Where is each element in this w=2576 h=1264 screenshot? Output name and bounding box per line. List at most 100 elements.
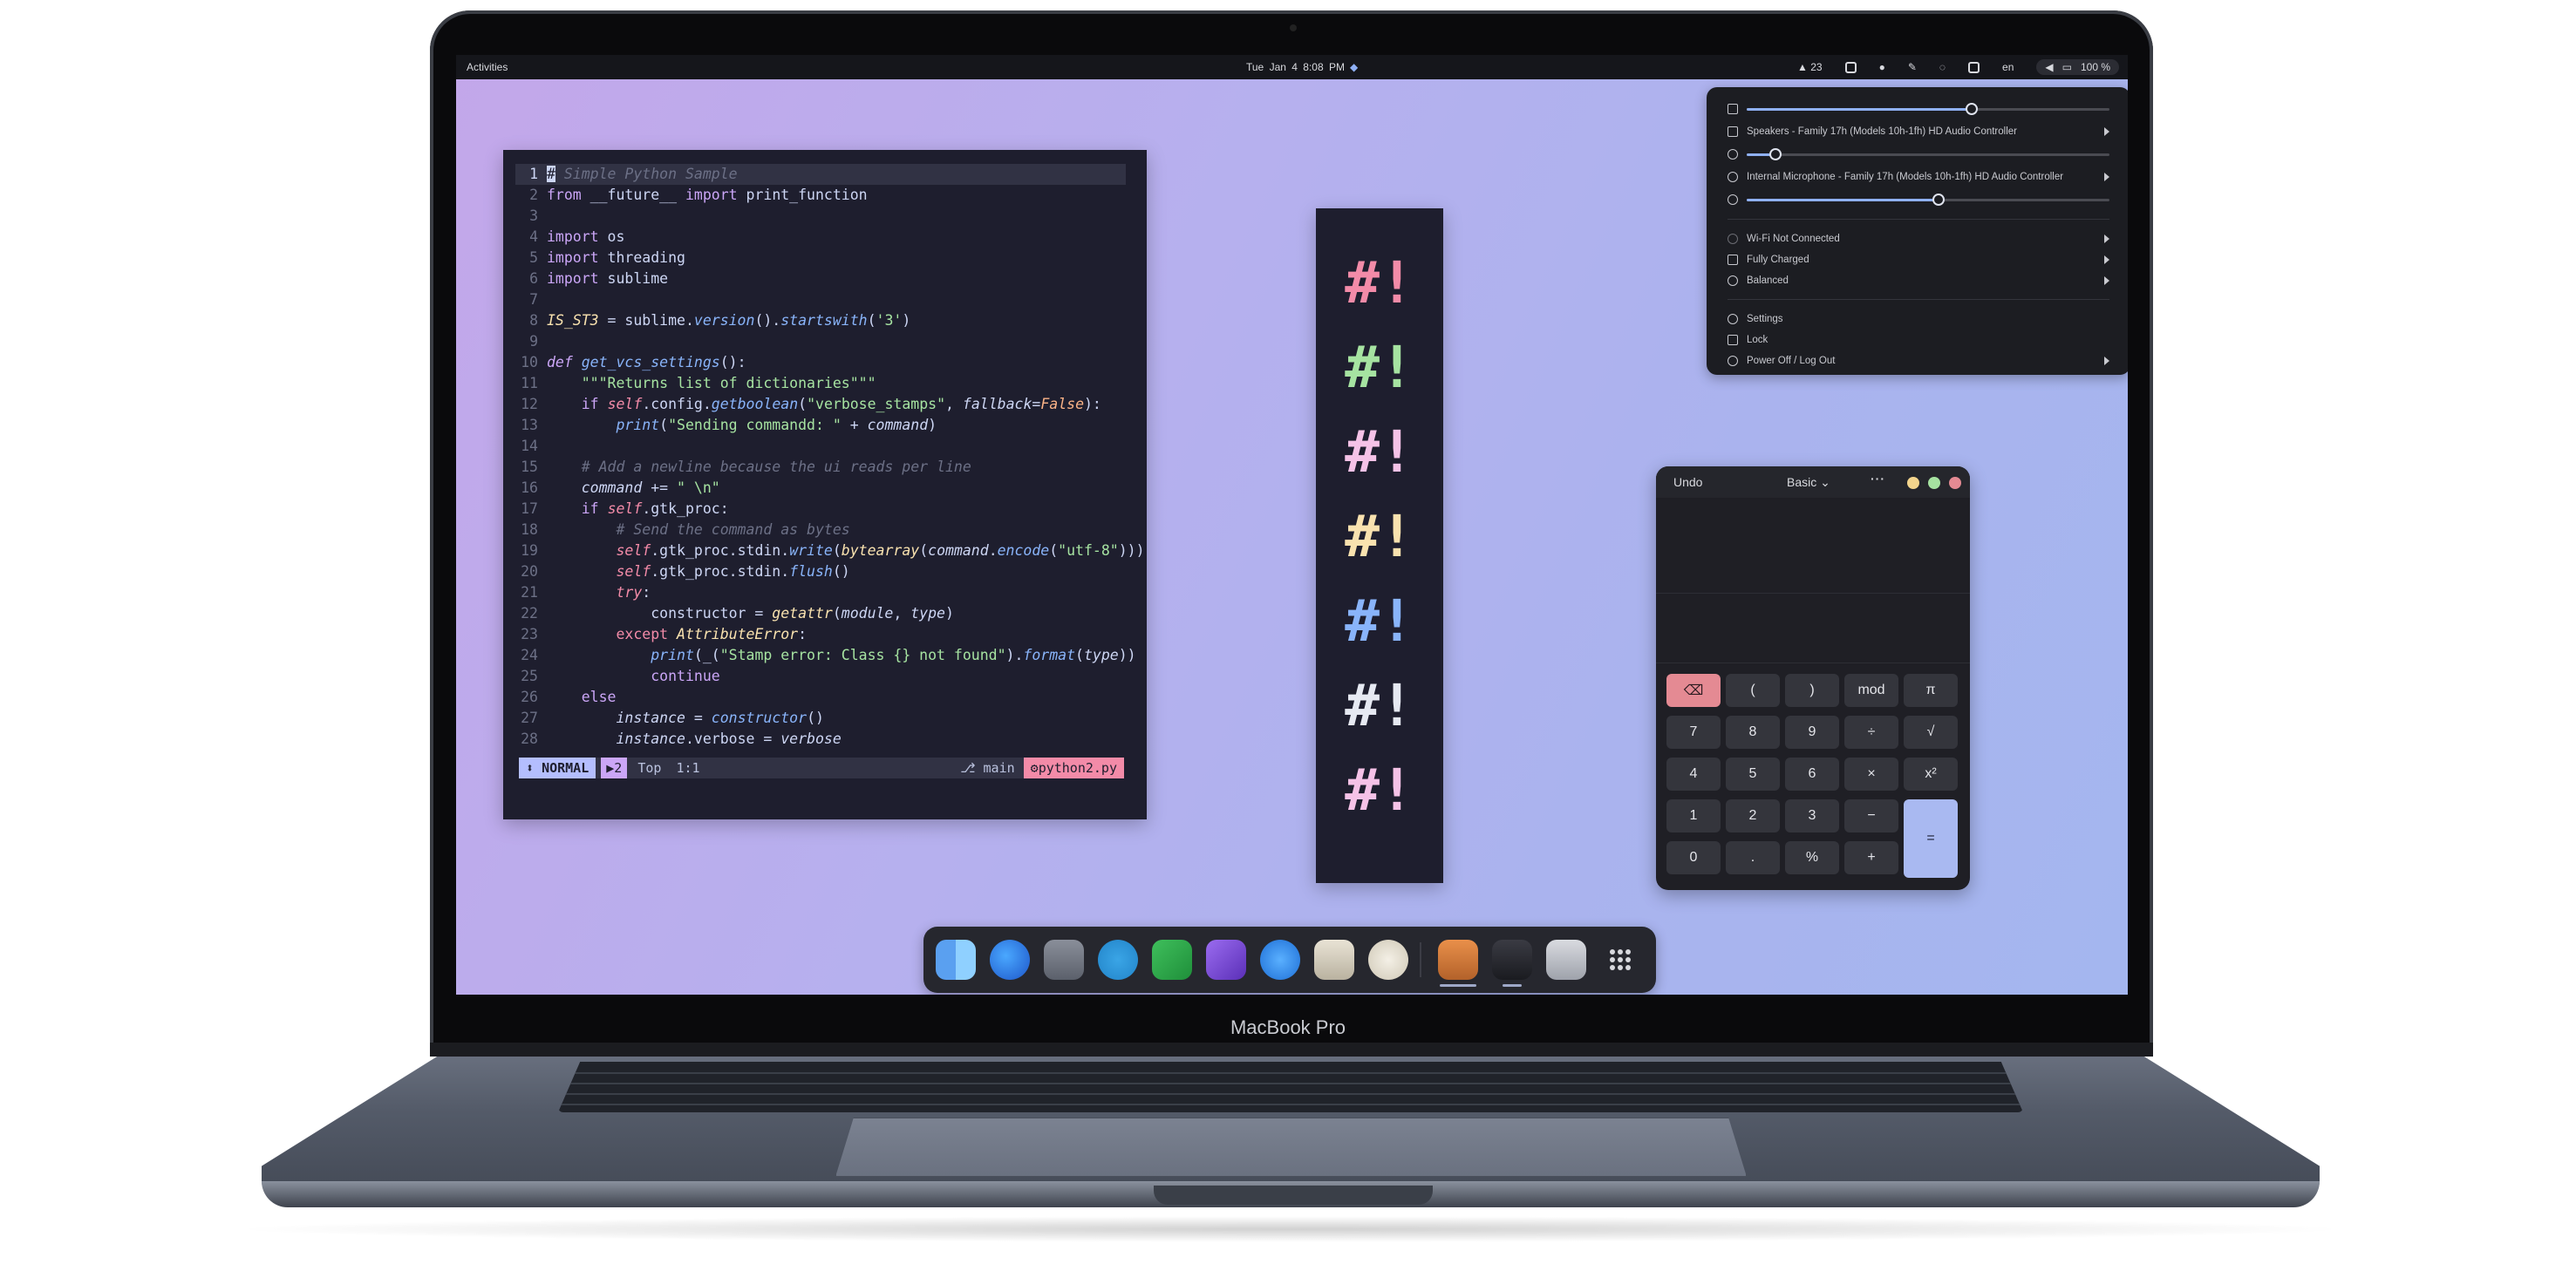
code-line[interactable]: 17 if self.gtk_proc: [515, 499, 1126, 520]
calculator-key[interactable]: ÷ [1844, 716, 1898, 749]
code-line[interactable]: 27 instance = constructor() [515, 708, 1126, 729]
calculator-window[interactable]: Undo Basic ⌄ ··· ⌫() mod π 7 8 9 ÷ √ 4 5 6 × x² 1 2 3− =… [1656, 466, 1970, 890]
code-line[interactable]: 15 # Add a newline because the ui reads … [515, 457, 1126, 478]
code-line[interactable]: 13 print("Sending commandd: " + command) [515, 415, 1126, 436]
calculator-key[interactable]: 7 [1666, 716, 1721, 749]
code-line[interactable]: 1 # Simple Python Sample [515, 164, 1126, 185]
calculator-key[interactable]: √ [1904, 716, 1958, 749]
calculator-key[interactable]: ( [1726, 674, 1780, 707]
telegram-icon[interactable] [1098, 940, 1138, 980]
code-line[interactable]: 5 import threading [515, 248, 1126, 268]
calculator-key[interactable]: x² [1904, 758, 1958, 791]
pen-icon[interactable]: ✎ [1908, 61, 1917, 73]
code-line[interactable]: 22 constructor = getattr(module, type) [515, 603, 1126, 624]
calculator-icon[interactable] [1438, 940, 1478, 980]
code-line[interactable]: 25 continue [515, 666, 1126, 687]
keyboard-layout[interactable]: en [2002, 61, 2014, 73]
code-line[interactable]: 28 instance.verbose = verbose [515, 729, 1126, 750]
mode-selector[interactable]: Basic ⌄ [1787, 475, 1830, 490]
maximize-button[interactable] [1928, 477, 1940, 489]
calculator-key[interactable]: % [1785, 841, 1839, 874]
calculator-key[interactable]: − [1844, 799, 1898, 832]
app-grid-icon[interactable] [1600, 940, 1640, 980]
refresh-icon[interactable]: ◌ [1939, 61, 1946, 73]
drop-icon[interactable]: ● [1879, 61, 1885, 73]
code-line[interactable]: 14 [515, 436, 1126, 457]
code-line[interactable]: 6 import sublime [515, 268, 1126, 289]
safari-icon[interactable] [1260, 940, 1300, 980]
sync-icon[interactable] [1844, 61, 1857, 73]
brightness-row[interactable] [1728, 191, 2109, 208]
calculator-key[interactable]: × [1844, 758, 1898, 791]
calculator-key[interactable]: 8 [1726, 716, 1780, 749]
volume-slider[interactable] [1747, 102, 2109, 115]
scanner-icon[interactable] [1044, 940, 1084, 980]
display-icon[interactable] [1968, 61, 1980, 73]
code-line[interactable]: 20 self.gtk_proc.stdin.flush() [515, 561, 1126, 582]
calculator-key[interactable]: 6 [1785, 758, 1839, 791]
calculator-key[interactable]: . [1726, 841, 1780, 874]
calculator-key[interactable]: 5 [1726, 758, 1780, 791]
code-line[interactable]: 16 command += " \n" [515, 478, 1126, 499]
clock[interactable]: Tue Jan 4 8:08 PM ◆ [1246, 61, 1358, 73]
settings-row[interactable]: Settings [1728, 310, 2109, 328]
calculator-key[interactable]: 0 [1666, 841, 1721, 874]
battery-row[interactable]: Fully Charged [1728, 251, 2109, 268]
terminal-icon[interactable] [1492, 940, 1532, 980]
code-line[interactable]: 11 """Returns list of dictionaries""" [515, 373, 1126, 394]
calculator-key[interactable]: 4 [1666, 758, 1721, 791]
calculator-key[interactable]: π [1904, 674, 1958, 707]
calculator-key[interactable]: ) [1785, 674, 1839, 707]
brightness-knob[interactable] [1932, 193, 1946, 206]
egg-icon[interactable] [1368, 940, 1408, 980]
trash-icon[interactable] [1546, 940, 1586, 980]
code-line[interactable]: 19 self.gtk_proc.stdin.write(bytearray(c… [515, 540, 1144, 561]
close-button[interactable] [1949, 477, 1961, 489]
volume-knob[interactable] [1965, 102, 1978, 115]
code-line[interactable]: 2 from __future__ import print_function [515, 185, 1126, 206]
finder-icon[interactable] [936, 940, 976, 980]
calculator-key[interactable]: mod [1844, 674, 1898, 707]
calculator-key[interactable]: + [1844, 841, 1898, 874]
output-device-row[interactable]: Speakers - Family 17h (Models 10h-1fh) H… [1728, 123, 2109, 140]
wifi-row[interactable]: Wi-Fi Not Connected [1728, 230, 2109, 248]
power-row[interactable]: Power Off / Log Out [1728, 352, 2109, 370]
obsidian-icon[interactable] [1206, 940, 1246, 980]
code-line[interactable]: 18 # Send the command as bytes [515, 520, 1126, 540]
firefox-icon[interactable] [990, 940, 1030, 980]
minimize-button[interactable] [1907, 477, 1919, 489]
calculator-key[interactable]: 9 [1785, 716, 1839, 749]
lock-row[interactable]: Lock [1728, 331, 2109, 349]
calculator-key[interactable]: 3 [1785, 799, 1839, 832]
code-line[interactable]: 7 [515, 289, 1126, 310]
code-line[interactable]: 10 def get_vcs_settings(): [515, 352, 1126, 373]
mic-slider[interactable] [1747, 147, 2109, 160]
tray-updates[interactable]: ▲ 23 [1797, 61, 1823, 73]
activities-button[interactable]: Activities [467, 61, 508, 73]
undo-button[interactable]: Undo [1673, 475, 1702, 489]
code-line[interactable]: 8 IS_ST3 = sublime.version().startswith('… [515, 310, 1126, 331]
code-line[interactable]: 9 [515, 331, 1126, 352]
editor-window[interactable]: 1 # Simple Python Sample 2 from __future__ … [503, 150, 1147, 819]
calculator-key[interactable]: 1 [1666, 799, 1721, 832]
mic-knob[interactable] [1769, 147, 1782, 160]
system-menu[interactable]: ◀ ▭ 100 % [2036, 59, 2119, 75]
code-line[interactable]: 24 print(_("Stamp error: Class {} not fo… [515, 645, 1135, 666]
n-app-icon[interactable] [1152, 940, 1192, 980]
code-line[interactable]: 12 if self.config.getboolean("verbose_st… [515, 394, 1126, 415]
code-line[interactable]: 3 [515, 206, 1126, 227]
power-mode-row[interactable]: Balanced [1728, 272, 2109, 289]
code-area[interactable]: 1 # Simple Python Sample 2 from __future__ … [515, 164, 1145, 750]
calculator-key[interactable]: = [1904, 799, 1958, 878]
mic-row[interactable] [1728, 146, 2109, 163]
volume-row[interactable] [1728, 100, 2109, 118]
brightness-slider[interactable] [1747, 193, 2109, 206]
code-line[interactable]: 23 except AttributeError: [515, 624, 1126, 645]
camera-icon[interactable] [1314, 940, 1354, 980]
code-line[interactable]: 4 import os [515, 227, 1126, 248]
menu-button[interactable]: ··· [1871, 472, 1885, 486]
input-device-row[interactable]: Internal Microphone - Family 17h (Models… [1728, 168, 2109, 186]
code-line[interactable]: 26 else [515, 687, 1126, 708]
calculator-key[interactable]: ⌫ [1666, 674, 1721, 707]
code-line[interactable]: 21 try: [515, 582, 1126, 603]
